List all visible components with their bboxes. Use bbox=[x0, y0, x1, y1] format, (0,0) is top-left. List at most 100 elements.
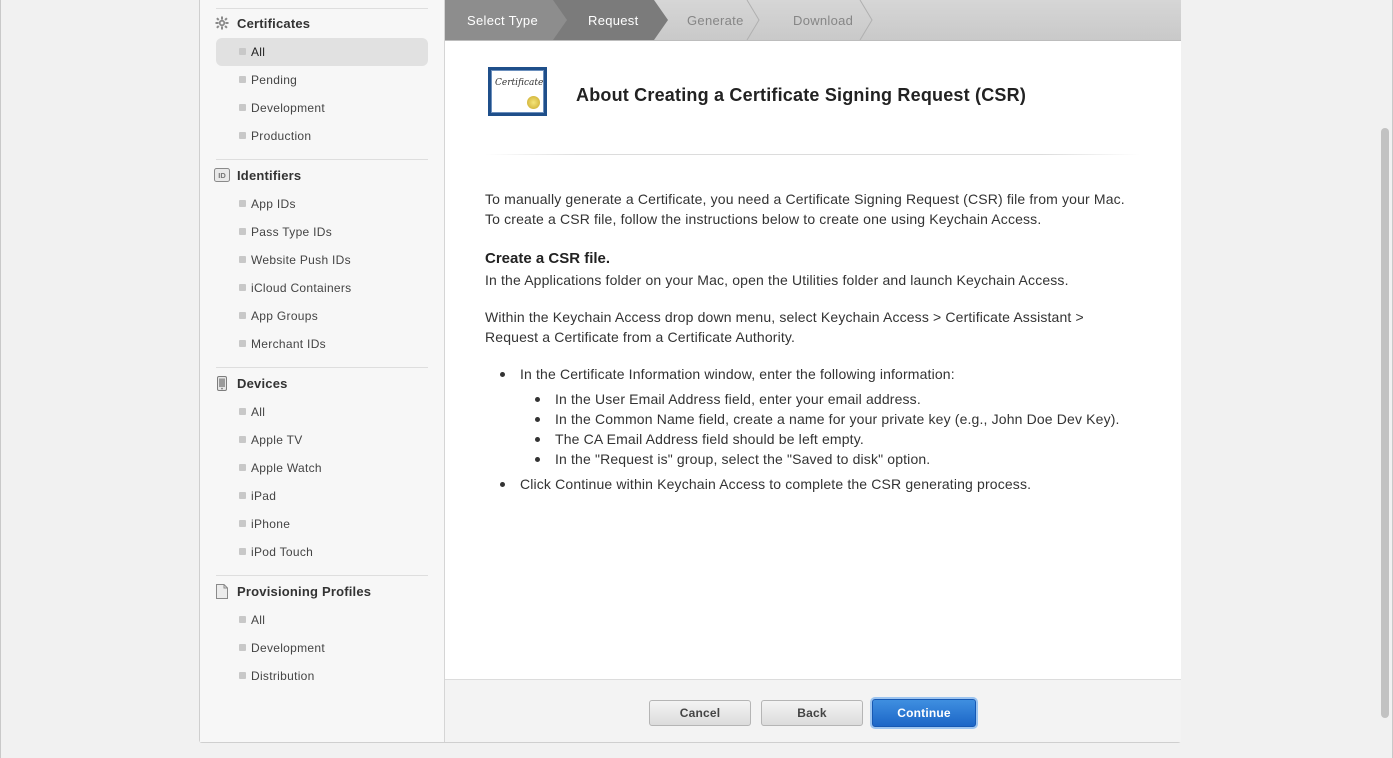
bullet-icon bbox=[239, 548, 246, 555]
list-item-text: Click Continue within Keychain Access to… bbox=[520, 476, 1032, 492]
sidebar-item-app-groups[interactable]: App Groups bbox=[216, 302, 428, 330]
continue-button[interactable]: Continue bbox=[872, 699, 976, 727]
id-badge-icon: ID bbox=[214, 167, 230, 183]
footer-bar: Cancel Back Continue bbox=[445, 679, 1181, 742]
step-arrow bbox=[553, 0, 567, 40]
step-label: Select Type bbox=[467, 12, 538, 28]
bullet-icon bbox=[239, 436, 246, 443]
sidebar-item-label: iCloud Containers bbox=[251, 281, 352, 295]
list-item: The CA Email Address field should be lef… bbox=[520, 429, 1140, 449]
sidebar-item-label: App IDs bbox=[251, 197, 296, 211]
sidebar-item-profiles-distribution[interactable]: Distribution bbox=[216, 662, 428, 690]
sidebar-item-certificates-all[interactable]: All bbox=[216, 38, 428, 66]
step-separator-chevron bbox=[859, 0, 873, 40]
step-request: Request bbox=[553, 0, 668, 40]
page-scrollbar[interactable] bbox=[1381, 128, 1389, 718]
bullet-icon bbox=[239, 228, 246, 235]
sidebar-item-ipad[interactable]: iPad bbox=[216, 482, 428, 510]
bullet-icon bbox=[239, 76, 246, 83]
sidebar-item-label: App Groups bbox=[251, 309, 319, 323]
list-item: In the User Email Address field, enter y… bbox=[520, 389, 1140, 409]
bullet-icon bbox=[239, 340, 246, 347]
list-item: In the Common Name field, create a name … bbox=[520, 409, 1140, 429]
bullet-icon bbox=[239, 644, 246, 651]
step-download: Download bbox=[758, 0, 873, 40]
cancel-button[interactable]: Cancel bbox=[649, 700, 751, 726]
sidebar-item-certificates-development[interactable]: Development bbox=[216, 94, 428, 122]
section-label: Provisioning Profiles bbox=[237, 583, 372, 599]
step-label: Generate bbox=[687, 12, 744, 28]
section-label: Certificates bbox=[237, 15, 311, 31]
sidebar-item-iphone[interactable]: iPhone bbox=[216, 510, 428, 538]
csr-heading: Create a CSR file. bbox=[485, 250, 611, 267]
sidebar-item-certificates-pending[interactable]: Pending bbox=[216, 66, 428, 94]
app-panel: Certificates All Pending Development Pro… bbox=[199, 0, 1181, 743]
bullet-icon bbox=[239, 464, 246, 471]
section-identifiers: ID Identifiers bbox=[214, 166, 301, 184]
document-icon bbox=[214, 583, 230, 599]
sidebar-item-pass-type-ids[interactable]: Pass Type IDs bbox=[216, 218, 428, 246]
bullet-icon bbox=[239, 616, 246, 623]
step-separator-chevron bbox=[746, 0, 760, 40]
sidebar-item-apple-tv[interactable]: Apple TV bbox=[216, 426, 428, 454]
menu-instruction: Within the Keychain Access drop down men… bbox=[485, 309, 1084, 345]
back-button[interactable]: Back bbox=[761, 700, 863, 726]
bullet-icon bbox=[239, 200, 246, 207]
certificate-icon-caption: Certificate bbox=[495, 78, 544, 88]
list-item-text: In the Certificate Information window, e… bbox=[520, 366, 955, 382]
list-item: In the "Request is" group, select the "S… bbox=[520, 449, 1140, 469]
page-title: About Creating a Certificate Signing Req… bbox=[576, 85, 1027, 105]
sidebar-item-label: Distribution bbox=[251, 669, 315, 683]
list-item: Click Continue within Keychain Access to… bbox=[485, 474, 1135, 494]
sidebar-item-ipod-touch[interactable]: iPod Touch bbox=[216, 538, 428, 566]
sub-instruction-list: In the User Email Address field, enter y… bbox=[520, 389, 1135, 469]
sidebar-item-apple-watch[interactable]: Apple Watch bbox=[216, 454, 428, 482]
step-generate: Generate bbox=[654, 0, 760, 40]
title-divider bbox=[485, 154, 1140, 155]
sidebar-item-website-push-ids[interactable]: Website Push IDs bbox=[216, 246, 428, 274]
section-divider bbox=[216, 159, 428, 160]
sidebar-item-label: iPhone bbox=[251, 517, 291, 531]
sidebar-item-label: Production bbox=[251, 129, 312, 143]
step-arrow bbox=[654, 0, 668, 40]
bullet-icon bbox=[239, 104, 246, 111]
intro-paragraph: To manually generate a Certificate, you … bbox=[485, 191, 1125, 227]
section-divider bbox=[216, 367, 428, 368]
sidebar-item-label: Pass Type IDs bbox=[251, 225, 333, 239]
step-progress-bar: Select Type Request Generate Download bbox=[445, 0, 1181, 41]
bullet-icon bbox=[239, 132, 246, 139]
main-panel: Select Type Request Generate Download Ce… bbox=[445, 0, 1181, 742]
sidebar-item-certificates-production[interactable]: Production bbox=[216, 122, 428, 150]
sidebar-item-label: Apple Watch bbox=[251, 461, 322, 475]
section-label: Devices bbox=[237, 375, 288, 391]
instruction-list: In the Certificate Information window, e… bbox=[485, 364, 1135, 494]
section-certificates: Certificates bbox=[214, 14, 310, 32]
sidebar-item-profiles-development[interactable]: Development bbox=[216, 634, 428, 662]
sidebar-item-label: iPod Touch bbox=[251, 545, 314, 559]
sidebar-item-profiles-all[interactable]: All bbox=[216, 606, 428, 634]
step-label: Request bbox=[588, 12, 639, 28]
section-devices: Devices bbox=[214, 374, 288, 392]
content-area: Certificate About Creating a Certificate… bbox=[445, 41, 1181, 679]
sidebar-item-label: Website Push IDs bbox=[251, 253, 351, 267]
sidebar-item-devices-all[interactable]: All bbox=[216, 398, 428, 426]
bullet-icon bbox=[239, 672, 246, 679]
sidebar-item-label: Merchant IDs bbox=[251, 337, 326, 351]
step-select-type: Select Type bbox=[445, 0, 567, 40]
bullet-icon bbox=[239, 520, 246, 527]
section-label: Identifiers bbox=[237, 167, 302, 183]
certificate-icon: Certificate bbox=[488, 67, 547, 116]
sidebar-item-label: All bbox=[251, 613, 266, 627]
bullet-icon bbox=[239, 408, 246, 415]
gear-icon bbox=[214, 15, 230, 31]
sidebar-item-merchant-ids[interactable]: Merchant IDs bbox=[216, 330, 428, 358]
list-item: In the Certificate Information window, e… bbox=[485, 364, 1135, 469]
step-label: Download bbox=[793, 12, 854, 28]
sidebar-item-label: iPad bbox=[251, 489, 277, 503]
svg-text:ID: ID bbox=[218, 171, 226, 180]
sidebar-item-icloud-containers[interactable]: iCloud Containers bbox=[216, 274, 428, 302]
sidebar-item-app-ids[interactable]: App IDs bbox=[216, 190, 428, 218]
sidebar-top-divider bbox=[216, 8, 428, 9]
sidebar-item-label: All bbox=[251, 45, 266, 59]
bullet-icon bbox=[239, 492, 246, 499]
